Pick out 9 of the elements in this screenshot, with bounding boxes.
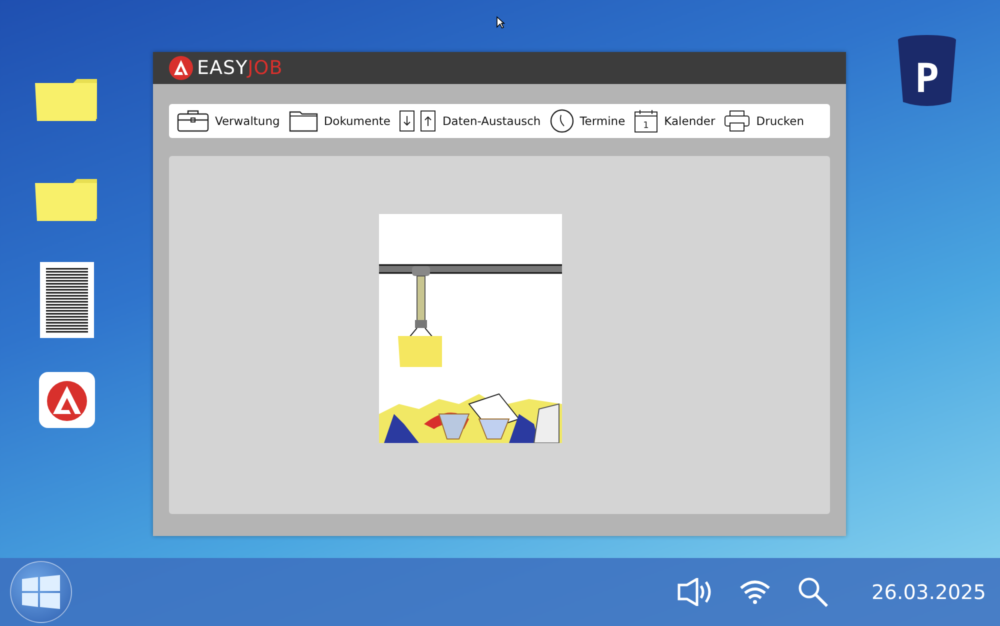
date-text: 26.03.2025 bbox=[871, 580, 986, 604]
toolbar-button[interactable]: Drucken bbox=[724, 110, 804, 132]
calendar-icon: 1 bbox=[634, 109, 658, 133]
toolbar-button[interactable]: 1 Kalender bbox=[634, 109, 716, 133]
toolbar-button[interactable]: Dokumente bbox=[288, 110, 390, 132]
app-wordmark: EASYJOB bbox=[197, 58, 283, 78]
toolbar-button[interactable]: Verwaltung bbox=[177, 110, 280, 132]
toolbar-button[interactable]: Termine bbox=[550, 109, 626, 133]
toolbar-button[interactable]: Daten-Austausch bbox=[399, 110, 541, 132]
